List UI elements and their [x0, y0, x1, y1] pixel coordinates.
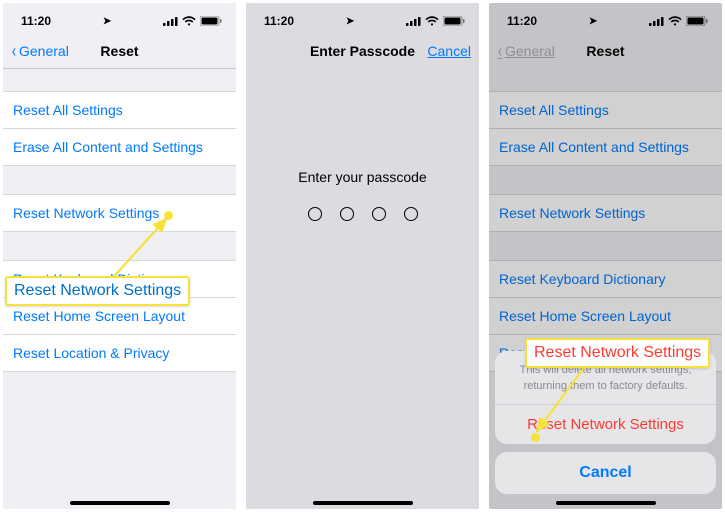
annotation-callout: Reset Network Settings — [525, 338, 710, 368]
settings-group-1: Reset All Settings Erase All Content and… — [489, 91, 722, 166]
status-right — [649, 16, 708, 26]
chevron-left-icon: ‹ — [12, 42, 16, 60]
status-bar: 11:20 ➤ — [489, 3, 722, 33]
battery-icon — [443, 16, 465, 26]
nav-bar: ‹ General Reset — [3, 33, 236, 69]
status-location-icon: ➤ — [103, 16, 111, 27]
status-bar: 11:20 ➤ — [246, 3, 479, 33]
passcode-dots — [246, 207, 479, 221]
reset-location-privacy-row[interactable]: Reset Location & Privacy — [3, 334, 236, 372]
nav-bar: Enter Passcode Cancel — [246, 33, 479, 69]
action-sheet-cancel-button[interactable]: Cancel — [495, 452, 716, 494]
home-indicator[interactable] — [556, 501, 656, 505]
annotation-dot — [531, 433, 540, 442]
home-indicator[interactable] — [70, 501, 170, 505]
settings-group-2: Reset Network Settings — [489, 194, 722, 232]
reset-network-settings-row[interactable]: Reset Network Settings — [3, 194, 236, 232]
battery-icon — [686, 16, 708, 26]
home-indicator[interactable] — [313, 501, 413, 505]
reset-all-settings-row[interactable]: Reset All Settings — [489, 91, 722, 128]
signal-icon — [406, 16, 421, 26]
reset-home-screen-layout-row[interactable]: Reset Home Screen Layout — [489, 297, 722, 334]
confirm-reset-network-button[interactable]: Reset Network Settings — [495, 404, 716, 444]
screen-confirm-sheet: 11:20 ➤ ‹ General Reset Reset All Settin… — [489, 3, 722, 509]
passcode-dot — [404, 207, 418, 221]
erase-all-content-row[interactable]: Erase All Content and Settings — [3, 128, 236, 166]
wifi-icon — [668, 16, 682, 26]
back-label: General — [19, 43, 69, 59]
status-right — [406, 16, 465, 26]
passcode-dot — [372, 207, 386, 221]
signal-icon — [163, 16, 178, 26]
screen-enter-passcode: 11:20 ➤ Enter Passcode Cancel Enter your… — [246, 3, 479, 509]
wifi-icon — [425, 16, 439, 26]
chevron-left-icon: ‹ — [498, 42, 502, 60]
passcode-dot — [340, 207, 354, 221]
signal-icon — [649, 16, 664, 26]
reset-keyboard-dictionary-row[interactable]: Reset Keyboard Dictionary — [489, 260, 722, 297]
passcode-prompt: Enter your passcode — [246, 169, 479, 185]
status-time: 11:20 — [507, 14, 537, 28]
erase-all-content-row[interactable]: Erase All Content and Settings — [489, 128, 722, 166]
back-button[interactable]: ‹ General — [11, 42, 69, 60]
settings-group-2: Reset Network Settings — [3, 194, 236, 232]
battery-icon — [200, 16, 222, 26]
settings-group-1: Reset All Settings Erase All Content and… — [3, 91, 236, 166]
status-time: 11:20 — [21, 14, 51, 28]
back-button[interactable]: ‹ General — [497, 42, 555, 60]
nav-bar: ‹ General Reset — [489, 33, 722, 69]
screen-reset-list: 11:20 ➤ ‹ General Reset Reset All Settin… — [3, 3, 236, 509]
status-bar: 11:20 ➤ — [3, 3, 236, 33]
cancel-button[interactable]: Cancel — [427, 43, 471, 59]
status-right — [163, 16, 222, 26]
status-location-icon: ➤ — [346, 16, 354, 27]
passcode-dot — [308, 207, 322, 221]
reset-network-settings-row[interactable]: Reset Network Settings — [489, 194, 722, 232]
action-sheet: This will delete all network settings, r… — [495, 351, 716, 506]
reset-all-settings-row[interactable]: Reset All Settings — [3, 91, 236, 128]
status-location-icon: ➤ — [589, 16, 597, 27]
annotation-dot — [164, 211, 173, 220]
back-label: General — [505, 43, 555, 59]
annotation-callout: Reset Network Settings — [5, 276, 190, 306]
wifi-icon — [182, 16, 196, 26]
status-time: 11:20 — [264, 14, 294, 28]
